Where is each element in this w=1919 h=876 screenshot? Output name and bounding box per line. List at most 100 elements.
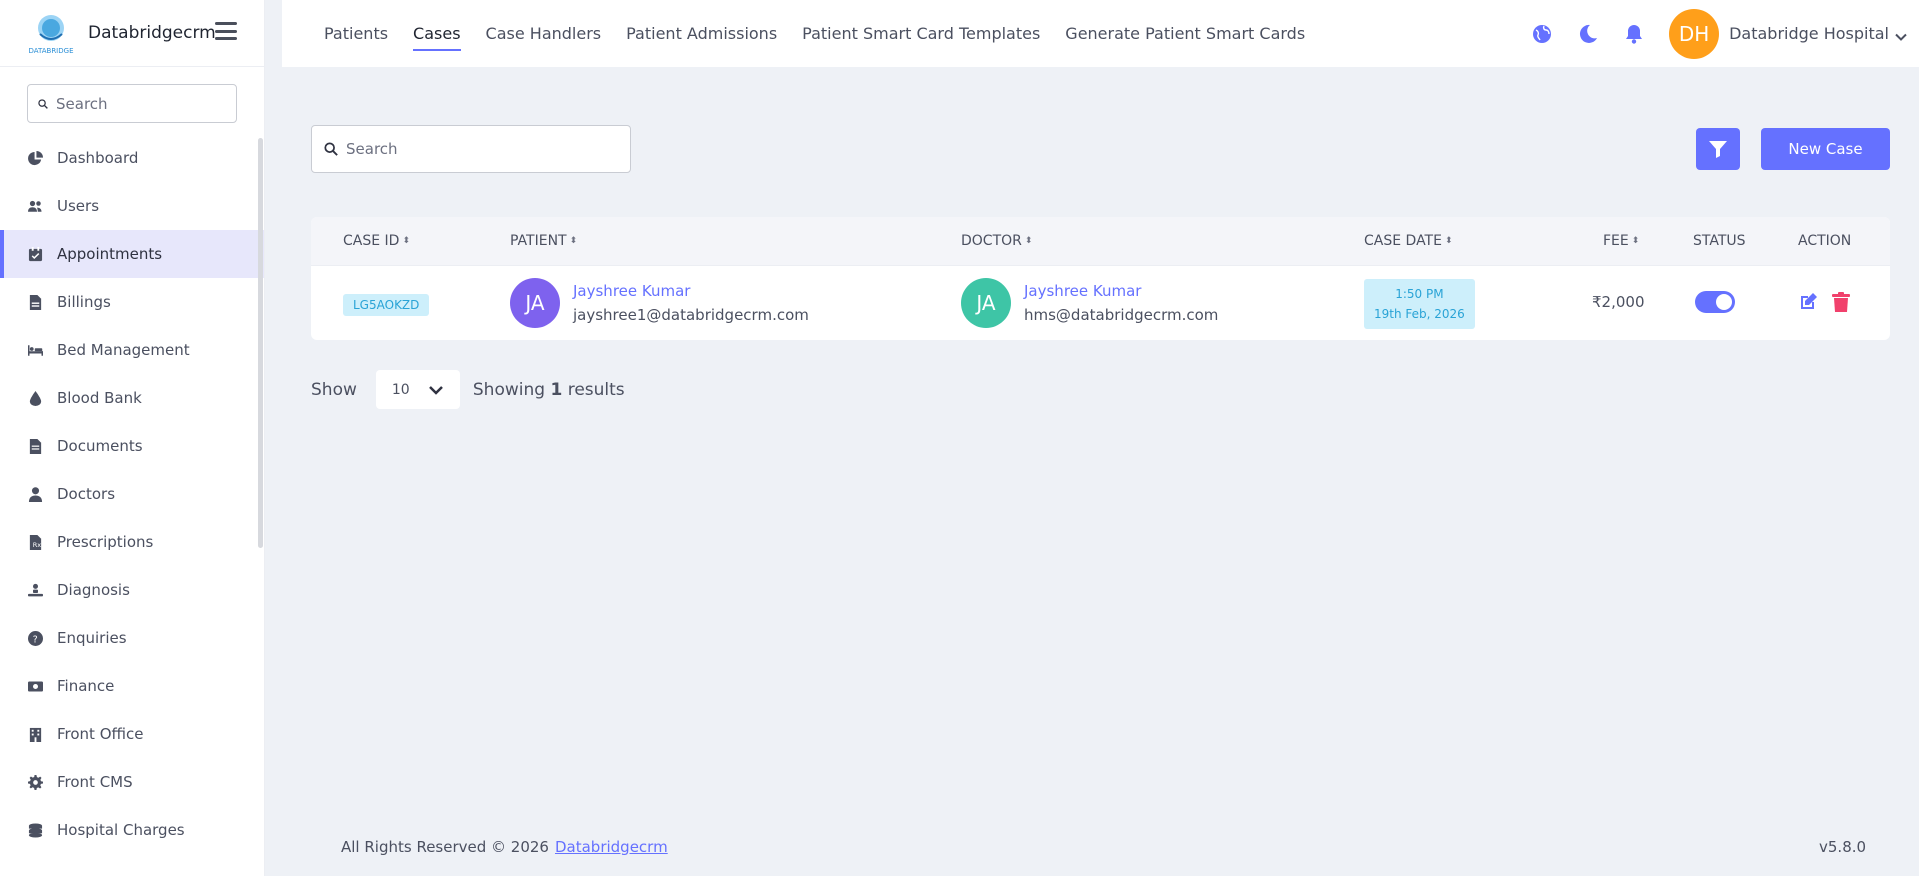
prescription-icon: Rx <box>27 534 43 550</box>
case-time: 1:50 PM <box>1395 287 1444 301</box>
coins-icon <box>27 822 43 838</box>
footer-link[interactable]: Databridgecrm <box>555 838 668 856</box>
chevron-down-icon[interactable] <box>1895 28 1907 41</box>
col-case-date[interactable]: CASE DATE ⬍ <box>1364 233 1453 249</box>
user-avatar[interactable]: DH <box>1669 8 1720 59</box>
patient-cell: JA Jayshree Kumar jayshree1@databridgecr… <box>510 278 809 328</box>
tab-case-handlers[interactable]: Case Handlers <box>486 0 602 67</box>
sidebar-search-input[interactable] <box>56 94 236 113</box>
sidebar-item-label: Prescriptions <box>57 533 154 551</box>
tab-patients[interactable]: Patients <box>324 0 388 67</box>
sidebar-item-users[interactable]: Users <box>0 182 264 230</box>
question-circle-icon: ? <box>27 630 43 646</box>
col-fee[interactable]: FEE ⬍ <box>1603 233 1639 249</box>
sidebar-item-doctors[interactable]: Doctors <box>0 470 264 518</box>
doctor-avatar: JA <box>961 278 1011 328</box>
user-name[interactable]: Databridge Hospital <box>1729 24 1889 43</box>
sidebar-item-hospital-charges[interactable]: Hospital Charges <box>0 806 264 854</box>
col-action: ACTION <box>1798 233 1852 249</box>
sidebar-search <box>27 84 237 123</box>
sort-icon: ⬍ <box>1024 235 1033 246</box>
tab-cases[interactable]: Cases <box>413 0 461 67</box>
topbar: Patients Cases Case Handlers Patient Adm… <box>282 0 1919 67</box>
sidebar-item-enquiries[interactable]: ? Enquiries <box>0 614 264 662</box>
sidebar-item-front-office[interactable]: Front Office <box>0 710 264 758</box>
globe-icon[interactable] <box>1531 23 1553 45</box>
sidebar-item-blood-bank[interactable]: Blood Bank <box>0 374 264 422</box>
sidebar-item-appointments[interactable]: Appointments <box>0 230 264 278</box>
sidebar-item-dashboard[interactable]: Dashboard <box>0 134 264 182</box>
menu-toggle-icon[interactable] <box>215 22 237 40</box>
patient-name-link[interactable]: Jayshree Kumar <box>573 282 809 300</box>
chevron-down-icon <box>428 385 443 395</box>
tab-patient-smart-card-templates[interactable]: Patient Smart Card Templates <box>802 0 1040 67</box>
col-patient[interactable]: PATIENT ⬍ <box>510 233 577 249</box>
svg-text:?: ? <box>32 634 37 645</box>
sidebar-nav: Dashboard Users Appointments Billings Be… <box>0 134 264 854</box>
sidebar-item-label: Enquiries <box>57 629 127 647</box>
sidebar-item-documents[interactable]: Documents <box>0 422 264 470</box>
case-id-badge[interactable]: LG5AOKZD <box>343 294 430 316</box>
col-case-id[interactable]: CASE ID ⬍ <box>343 233 410 249</box>
tab-generate-patient-smart-cards[interactable]: Generate Patient Smart Cards <box>1065 0 1305 67</box>
show-label: Show <box>311 379 357 400</box>
sidebar-item-label: Front CMS <box>57 773 133 791</box>
footer-copyright: All Rights Reserved © 2026 <box>341 838 549 856</box>
sidebar-item-billings[interactable]: Billings <box>0 278 264 326</box>
brand-logo-icon[interactable]: DATABRIDGE <box>26 10 76 56</box>
edit-icon[interactable] <box>1798 292 1818 312</box>
money-bill-icon <box>27 678 43 694</box>
tab-patient-admissions[interactable]: Patient Admissions <box>626 0 777 67</box>
file-invoice-icon <box>27 294 43 310</box>
app-version: v5.8.0 <box>1819 838 1867 856</box>
doctor-name-link[interactable]: Jayshree Kumar <box>1024 282 1218 300</box>
building-icon <box>27 726 43 742</box>
patient-avatar: JA <box>510 278 560 328</box>
sidebar-scrollbar[interactable] <box>258 138 263 548</box>
search-icon <box>38 98 48 109</box>
sidebar-item-label: Billings <box>57 293 111 311</box>
bell-icon[interactable] <box>1623 23 1645 45</box>
sidebar-item-label: Front Office <box>57 725 144 743</box>
sidebar-item-bed-management[interactable]: Bed Management <box>0 326 264 374</box>
sort-icon: ⬍ <box>1444 235 1453 246</box>
sidebar-item-label: Hospital Charges <box>57 821 185 839</box>
file-icon <box>27 438 43 454</box>
case-date: 19th Feb, 2026 <box>1374 307 1465 321</box>
sort-icon: ⬍ <box>402 235 410 246</box>
search-icon <box>324 142 338 156</box>
top-actions: DH Databridge Hospital <box>1531 0 1919 67</box>
sidebar: DATABRIDGE Databridgecrm Dashboard Users… <box>0 0 265 876</box>
case-search-input[interactable] <box>346 140 606 158</box>
doctor-cell: JA Jayshree Kumar hms@databridgecrm.com <box>961 278 1218 328</box>
sidebar-item-label: Appointments <box>57 245 163 263</box>
pagination: Show 10 Showing 1 results <box>311 370 625 409</box>
new-case-button[interactable]: New Case <box>1761 128 1890 170</box>
cases-table: CASE ID ⬍ PATIENT ⬍ DOCTOR ⬍ CASE DATE ⬍ FEE… <box>311 217 1890 340</box>
trash-icon[interactable] <box>1832 292 1850 312</box>
sidebar-item-front-cms[interactable]: Front CMS <box>0 758 264 806</box>
results-summary: Showing 1 results <box>472 379 625 400</box>
brand: DATABRIDGE Databridgecrm <box>0 0 264 67</box>
filter-button[interactable] <box>1696 128 1740 170</box>
per-page-select[interactable]: 10 <box>375 370 460 409</box>
brand-name: Databridgecrm <box>88 23 216 43</box>
top-tabs: Patients Cases Case Handlers Patient Adm… <box>324 0 1330 67</box>
moon-icon[interactable] <box>1577 23 1599 45</box>
sidebar-item-diagnosis[interactable]: Diagnosis <box>0 566 264 614</box>
droplet-icon <box>27 390 43 406</box>
sidebar-item-label: Finance <box>57 677 115 695</box>
col-doctor[interactable]: DOCTOR ⬍ <box>961 233 1032 249</box>
per-page-value: 10 <box>391 381 410 398</box>
calendar-check-icon <box>27 246 43 262</box>
case-date-badge: 1:50 PM 19th Feb, 2026 <box>1364 279 1475 329</box>
sidebar-item-label: Diagnosis <box>57 581 130 599</box>
sidebar-item-prescriptions[interactable]: Rx Prescriptions <box>0 518 264 566</box>
sidebar-item-finance[interactable]: Finance <box>0 662 264 710</box>
bed-icon <box>27 342 43 358</box>
case-search <box>311 125 631 173</box>
filter-icon <box>1709 141 1727 158</box>
svg-text:Rx: Rx <box>32 541 41 549</box>
status-toggle[interactable] <box>1695 291 1735 313</box>
patient-email: jayshree1@databridgecrm.com <box>573 306 809 324</box>
